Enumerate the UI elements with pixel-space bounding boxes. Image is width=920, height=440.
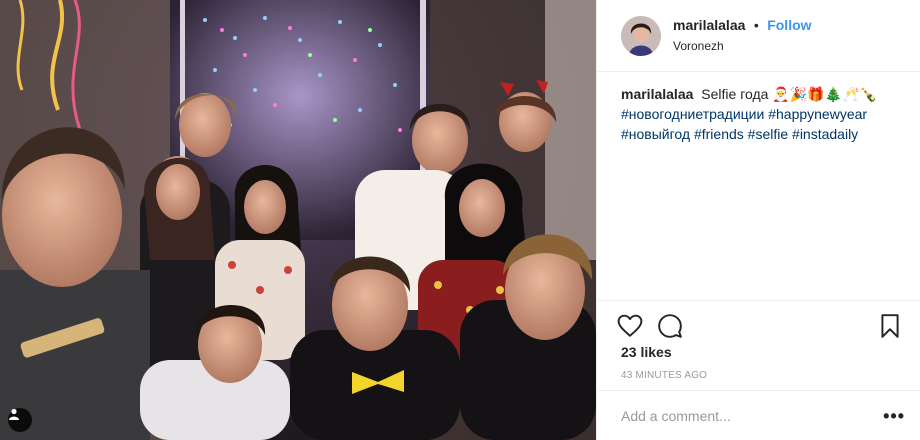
person-tag-glyph — [9, 408, 19, 420]
hashtag-link[interactable]: #friends — [694, 126, 744, 142]
heart-icon[interactable] — [617, 313, 643, 339]
follow-button[interactable]: Follow — [767, 17, 811, 33]
post-caption: marilalalaa Selfie года 🎅🎉🎁🎄🥂🍾 #новогодн… — [597, 72, 920, 296]
person-tag-icon[interactable] — [8, 408, 32, 432]
header-text: marilalalaa • Follow Voronezh — [673, 16, 812, 55]
post-photo[interactable] — [0, 0, 596, 440]
comment-icon[interactable] — [657, 313, 683, 339]
avatar-image — [621, 15, 661, 56]
header-separator: • — [753, 17, 759, 33]
comment-input[interactable] — [621, 407, 884, 424]
like-count[interactable]: 23 likes — [621, 344, 672, 360]
comment-bar: ••• — [597, 390, 920, 440]
photo-illustration — [0, 0, 596, 440]
hashtag-link[interactable]: #новыйгод — [621, 126, 690, 142]
post-timestamp[interactable]: 43 MINUTES AGO — [621, 370, 707, 381]
hashtag-link[interactable]: #instadaily — [792, 126, 858, 142]
header-username[interactable]: marilalalaa — [673, 17, 745, 33]
post-side-panel: marilalalaa • Follow Voronezh marilalala… — [596, 0, 920, 440]
hashtag-link[interactable]: #новогодниетрадиции — [621, 106, 764, 122]
post-header: marilalalaa • Follow Voronezh — [597, 0, 920, 72]
caption-emojis: 🎅🎉🎁🎄🥂🍾 — [772, 86, 877, 102]
action-bar — [597, 300, 920, 340]
avatar[interactable] — [621, 15, 661, 56]
caption-text: Selfie года — [701, 86, 769, 102]
hashtag-link[interactable]: #selfie — [748, 126, 788, 142]
hashtag-link[interactable]: #happynewyear — [768, 106, 867, 122]
bookmark-icon[interactable] — [877, 313, 903, 339]
location-link[interactable]: Voronezh — [673, 37, 812, 55]
more-options-button[interactable]: ••• — [883, 407, 905, 425]
caption-username[interactable]: marilalalaa — [621, 86, 693, 102]
